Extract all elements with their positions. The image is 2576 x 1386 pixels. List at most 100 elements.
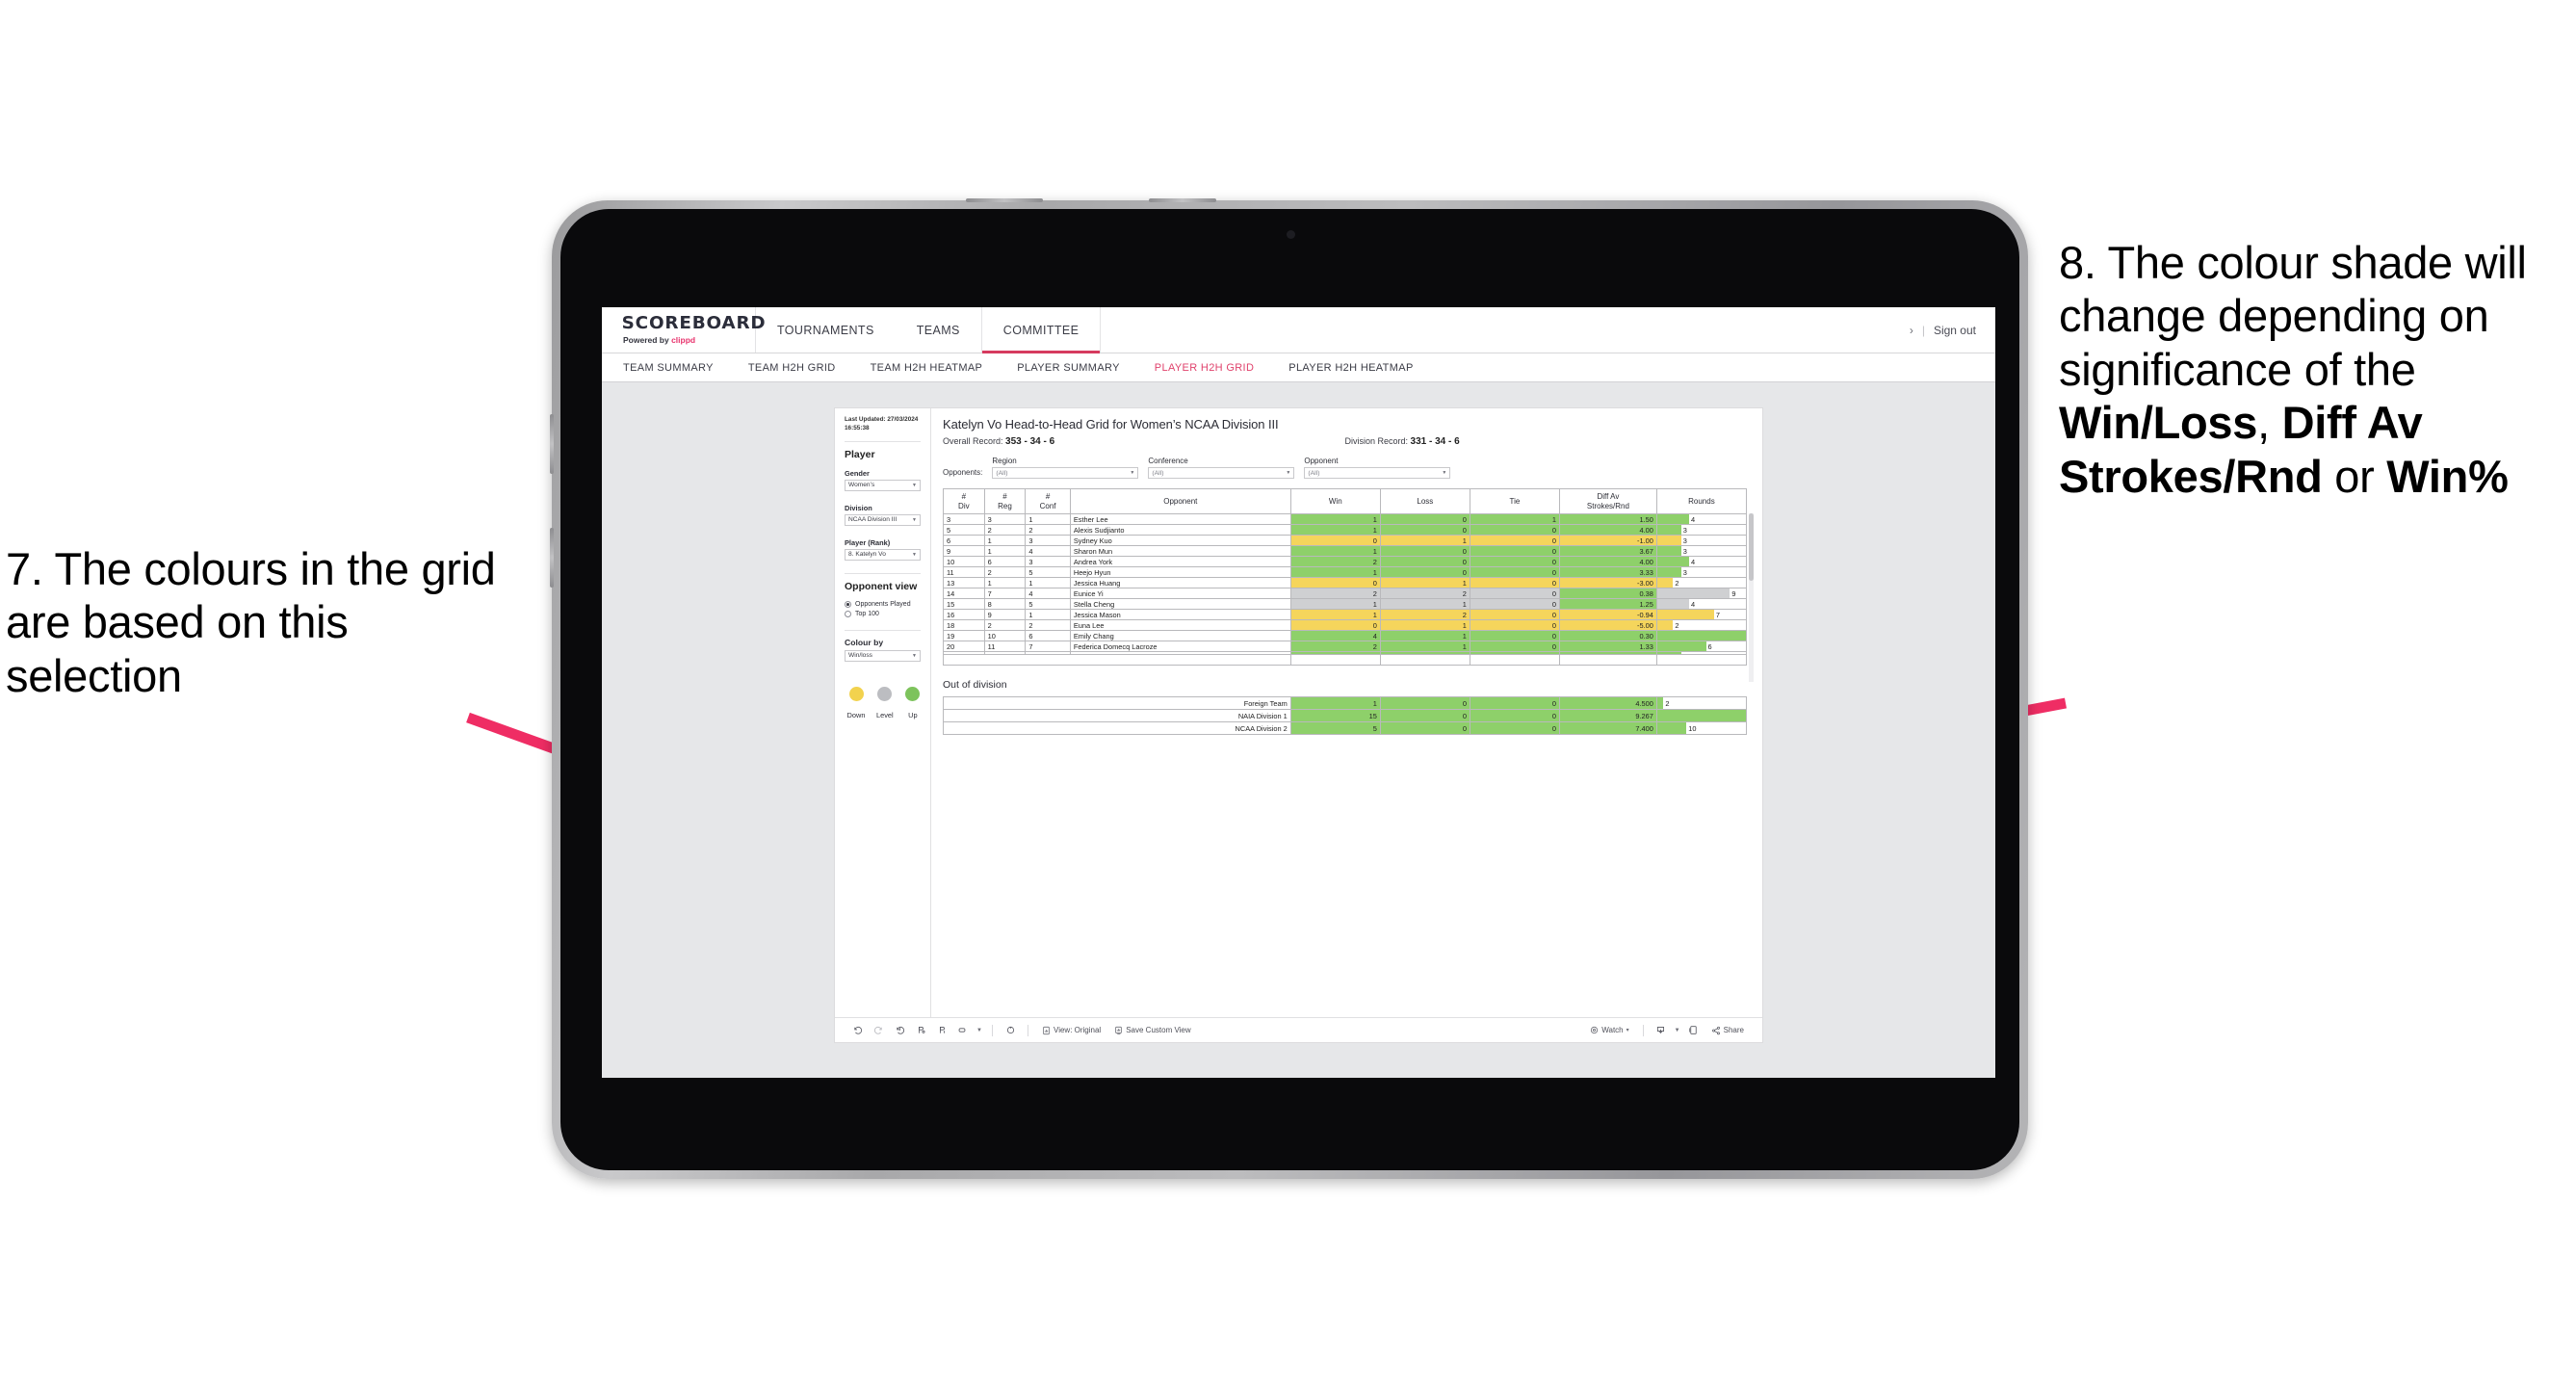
filter-region-select[interactable]: (All) ▼ (992, 467, 1139, 479)
colour-by-select[interactable]: Win/loss ▼ (845, 649, 921, 662)
view-original-button[interactable]: View: Original (1035, 1026, 1107, 1035)
cell-ood-diff: 9.267 (1559, 709, 1657, 722)
highlight-dropdown-caret[interactable]: ▼ (974, 1020, 985, 1041)
grid-scrollbar-thumb[interactable] (1749, 513, 1754, 581)
watch-button[interactable]: Watch ▾ (1583, 1026, 1635, 1034)
cell-tie: 0 (1469, 598, 1561, 610)
table-row[interactable]: 6 1 3 Sydney Kuo 0 1 0 -1.00 3 (943, 535, 1748, 546)
chevron-down-icon: ▼ (912, 482, 917, 488)
cell-opponent: Sydney Kuo (1069, 535, 1291, 546)
cell-ood-loss: 0 (1379, 696, 1470, 710)
cell-div: 11 (943, 566, 985, 578)
cell-div: 18 (943, 619, 985, 631)
table-row[interactable]: 5 2 2 Alexis Sudjianto 1 0 0 4.00 3 (943, 524, 1748, 536)
undo-icon[interactable] (846, 1020, 868, 1041)
subnav-team-h2h-heatmap[interactable]: TEAM H2H HEATMAP (871, 362, 1004, 374)
table-row[interactable]: 19106Emily Chang4100.3011 (943, 630, 1748, 641)
subnav-team-h2h-grid[interactable]: TEAM H2H GRID (748, 362, 857, 374)
cell-ood-name: NCAA Division 2 (943, 721, 1291, 735)
ood-table-row[interactable]: NAIA Division 115009.26730 (943, 709, 1748, 722)
cell-conf: 4 (1025, 588, 1071, 599)
overall-record-value: 353 - 34 - 6 (1005, 436, 1055, 447)
cell-opponent: Stella Cheng (1069, 598, 1291, 610)
nav-tournaments[interactable]: TOURNAMENTS (756, 307, 896, 353)
radio-opponents-played[interactable]: Opponents Played (845, 600, 921, 608)
pause-updates-icon[interactable] (931, 1020, 952, 1041)
cell-rounds: 2 (1655, 577, 1748, 588)
radio-icon-selected (845, 600, 851, 608)
table-row[interactable]: 16 9 1 Jessica Mason 1 2 0 -0.94 7 (943, 609, 1748, 620)
table-row[interactable]: 9 1 4 Sharon Mun 1 0 0 3.67 3 (943, 545, 1748, 557)
share-button[interactable]: Share (1704, 1026, 1751, 1035)
cell-opponent: Heejo Hyun (1069, 566, 1291, 578)
highlight-icon[interactable] (952, 1020, 974, 1041)
revert-icon[interactable] (889, 1020, 910, 1041)
redo-icon[interactable] (868, 1020, 889, 1041)
refresh-data-icon[interactable] (910, 1020, 931, 1041)
cell-tie: 0 (1469, 619, 1561, 631)
brand-tagline: Powered by clippd (623, 335, 755, 345)
save-custom-view-button[interactable]: Save Custom View (1107, 1026, 1197, 1035)
app-header: SCOREBOARD Powered by clippd TOURNAMENTS… (602, 307, 1995, 353)
division-select[interactable]: NCAA Division III ▼ (845, 513, 921, 526)
nav-teams[interactable]: TEAMS (896, 307, 981, 353)
clear-sheet-icon[interactable] (1000, 1020, 1021, 1041)
volume-up-button[interactable] (550, 414, 554, 474)
cell-rounds: 4 (1655, 556, 1748, 567)
legend-dot-up (905, 686, 921, 701)
view-original-label: View: Original (1054, 1026, 1102, 1034)
radio-top-100[interactable]: Top 100 (845, 610, 921, 617)
cell-div: 9 (943, 545, 985, 557)
brand-name: SCOREBOARD (621, 313, 767, 333)
cell-reg: 2 (983, 619, 1027, 631)
table-row[interactable]: 15 8 5 Stella Cheng 1 1 0 1.25 4 (943, 598, 1748, 610)
share-label: Share (1723, 1026, 1744, 1034)
col-tie: Tie (1469, 488, 1561, 514)
front-camera (1286, 230, 1295, 239)
chevron-right-icon[interactable]: › (1910, 324, 1913, 337)
filter-conference-select[interactable]: (All) ▼ (1148, 467, 1295, 479)
table-row[interactable]: 3 3 1 Esther Lee 1 0 1 1.50 4 (943, 513, 1748, 525)
sign-out-link[interactable]: Sign out (1934, 324, 1976, 337)
nav-committee[interactable]: COMMITTEE (980, 307, 1102, 353)
ood-table-row[interactable]: NCAA Division 2 5 0 0 7.400 10 (943, 721, 1748, 735)
table-row[interactable]: 20 11 7 Federica Domecq Lacroze 2 1 0 1.33 6 (943, 641, 1748, 652)
annotation-left-text: 7. The colours in the grid are based on … (6, 543, 496, 701)
toolbar-divider-1 (992, 1024, 993, 1036)
primary-nav: TOURNAMENTS TEAMS COMMITTEE (756, 307, 1102, 353)
table-row[interactable]: 10 6 3 Andrea York 2 0 0 4.00 4 (943, 556, 1748, 567)
filter-region-value: (All) (996, 469, 1008, 477)
cell-opponent: Jessica Mason (1069, 609, 1291, 620)
device-layout-icon[interactable] (1683, 1020, 1704, 1041)
legend-label-down: Down (846, 710, 866, 719)
cell-conf: 4 (1025, 545, 1071, 557)
cell-conf: 5 (1025, 566, 1071, 578)
tablet-body: SCOREBOARD Powered by clippd TOURNAMENTS… (550, 198, 2028, 1179)
tablet-device-frame: SCOREBOARD Powered by clippd TOURNAMENTS… (550, 198, 2028, 1179)
cell-div: 15 (943, 598, 985, 610)
cell-reg: 1 (983, 535, 1027, 546)
table-row[interactable]: 14 7 4 Eunice Yi 2 2 0 0.38 9 (943, 588, 1748, 599)
cell-tie: 0 (1469, 545, 1561, 557)
annotation-left: 7. The colours in the grid are based on … (6, 542, 516, 702)
subnav-player-summary[interactable]: PLAYER SUMMARY (1017, 362, 1141, 374)
player-rank-select[interactable]: 8. Katelyn Vo ▼ (845, 548, 921, 561)
table-row[interactable]: 18 2 2 Euna Lee 0 1 0 -5.00 2 (943, 619, 1748, 631)
gender-select[interactable]: Women’s ▼ (845, 479, 921, 491)
volume-down-button[interactable] (550, 528, 554, 588)
table-row[interactable]: 11 2 5 Heejo Hyun 1 0 0 3.33 3 (943, 566, 1748, 578)
subnav-team-summary[interactable]: TEAM SUMMARY (623, 362, 735, 374)
download-icon[interactable] (1651, 1020, 1672, 1041)
brand-logo[interactable]: SCOREBOARD Powered by clippd (602, 307, 767, 353)
cell-diff-av-strokes: 3.67 (1559, 545, 1657, 557)
gender-label: Gender (845, 468, 870, 478)
subnav-player-h2h-heatmap[interactable]: PLAYER H2H HEATMAP (1288, 362, 1434, 374)
table-row[interactable]: 13 1 1 Jessica Huang 0 1 0 -3.00 2 (943, 577, 1748, 588)
ood-table-row[interactable]: Foreign Team 1 0 0 4.500 2 (943, 696, 1748, 710)
cell-opponent: Jessica Huang (1069, 577, 1291, 588)
cell-tie: 0 (1469, 609, 1561, 620)
filter-opponent-select[interactable]: (All) ▼ (1304, 467, 1451, 479)
download-dropdown-caret[interactable]: ▼ (1672, 1020, 1683, 1041)
cell-loss: 2 (1379, 588, 1470, 599)
subnav-player-h2h-grid[interactable]: PLAYER H2H GRID (1155, 362, 1275, 374)
